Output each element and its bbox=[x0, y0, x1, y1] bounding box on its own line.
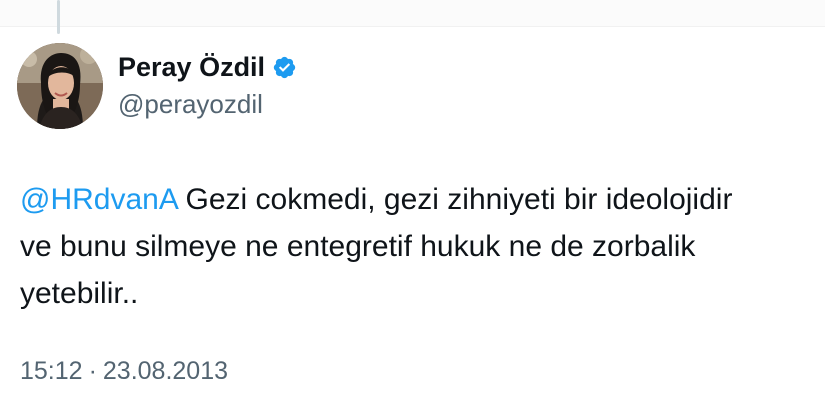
tweet-timestamp[interactable]: 15:12 · 23.08.2013 bbox=[20, 357, 228, 386]
timestamp-separator: · bbox=[88, 357, 97, 385]
mention-link[interactable]: @HRdvanA bbox=[20, 183, 177, 216]
tweet-date[interactable]: 23.08.2013 bbox=[103, 357, 228, 386]
previous-tweet-edge bbox=[0, 0, 825, 27]
avatar-portrait-icon bbox=[17, 43, 103, 129]
avatar[interactable] bbox=[17, 43, 103, 129]
author-handle[interactable]: @perayozdil bbox=[118, 89, 263, 120]
verified-badge-icon bbox=[273, 56, 296, 79]
display-name[interactable]: Peray Özdil bbox=[118, 52, 265, 83]
tweet-text: @HRdvanA Gezi cokmedi, gezi zihniyeti bi… bbox=[20, 176, 810, 317]
thread-connector-line bbox=[57, 0, 60, 34]
tweet-time[interactable]: 15:12 bbox=[20, 357, 83, 386]
tweet-text-line-3: yetebilir.. bbox=[20, 277, 139, 310]
author-name-row[interactable]: Peray Özdil bbox=[118, 52, 297, 83]
tweet-text-line-1: Gezi cokmedi, gezi zihniyeti bir ideoloj… bbox=[177, 183, 733, 216]
tweet-card[interactable]: Peray Özdil @perayozdil @HRdvanA Gezi co… bbox=[0, 0, 825, 418]
tweet-text-line-2: ve bunu silmeye ne entegretif hukuk ne d… bbox=[20, 230, 696, 263]
